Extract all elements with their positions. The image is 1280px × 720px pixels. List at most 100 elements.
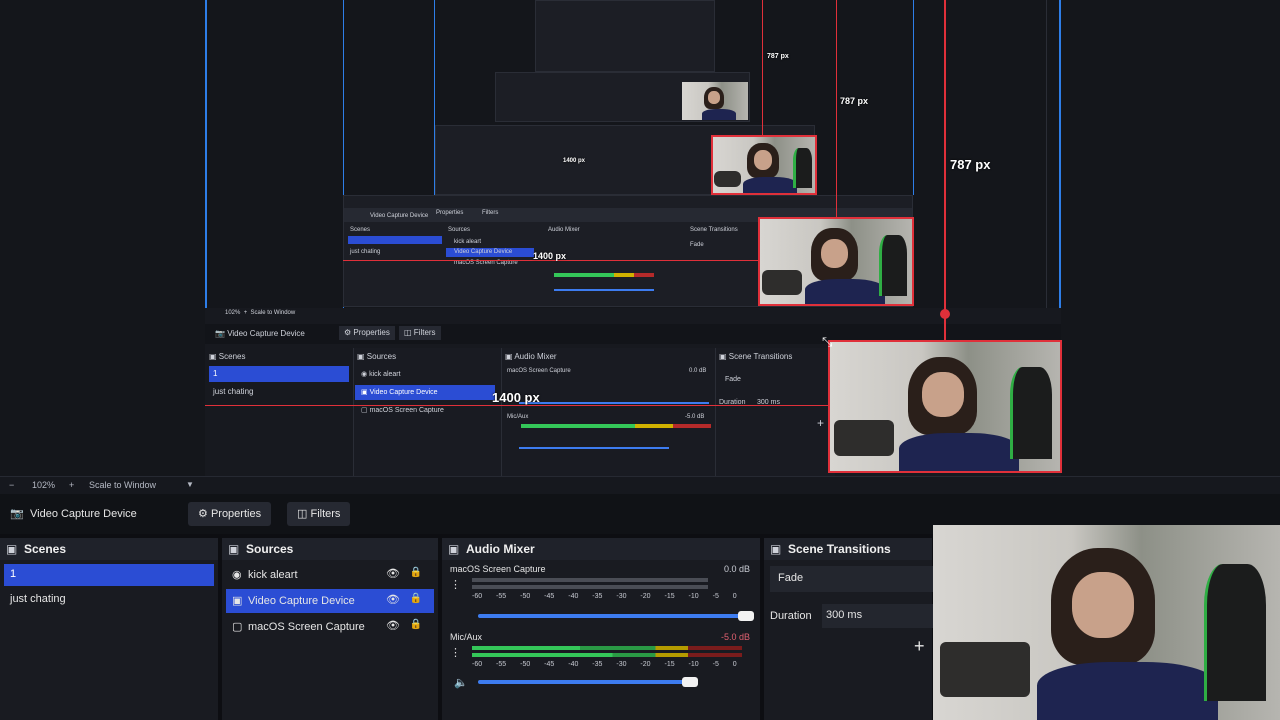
audio-mixer-dock: ▣ Audio Mixer macOS Screen Capture 0.0 dB… bbox=[442, 538, 762, 720]
canvas-edge-level1-right bbox=[1046, 0, 1047, 308]
mini2-source-item: ◉ kick aleart bbox=[361, 371, 401, 378]
level-meter-peak bbox=[472, 585, 708, 589]
filters-button[interactable]: ◫ Filters bbox=[287, 502, 351, 526]
selected-source-name: Video Capture Device bbox=[30, 508, 137, 520]
distance-label: 1400 px bbox=[533, 251, 567, 261]
mixer-header: ▣ Audio Mixer bbox=[442, 538, 760, 560]
channel-db: 0.0 dB bbox=[723, 564, 750, 574]
add-transition-icon[interactable]: + bbox=[914, 636, 925, 657]
zoom-out-button[interactable]: − bbox=[9, 480, 14, 490]
mini-filters-button: Filters bbox=[482, 210, 499, 216]
scene-item[interactable]: just chating bbox=[4, 589, 214, 611]
volume-knob[interactable] bbox=[738, 611, 754, 621]
mini-scene-selected bbox=[348, 236, 442, 244]
channel-name: Mic/Aux bbox=[450, 632, 483, 642]
eye-icon[interactable]: 👁 bbox=[386, 619, 400, 632]
gear-icon: ⚙ bbox=[198, 508, 208, 520]
dock-icon: ▣ bbox=[228, 542, 240, 556]
scale-mode-dropdown-icon[interactable]: ▼ bbox=[186, 480, 194, 489]
mini2-mixer-channel: macOS Screen Capture bbox=[507, 368, 571, 374]
distance-label: 1400 px bbox=[492, 390, 540, 405]
mixer-channel: Mic/Aux -5.0 dB ⋮ -60 -55 -50 -45 -40 -3… bbox=[448, 632, 754, 702]
camera-icon: 📷 bbox=[10, 508, 24, 520]
transition-select[interactable]: Fade bbox=[770, 566, 934, 592]
sources-header: ▣ Sources bbox=[222, 538, 438, 560]
scale-mode-label[interactable]: Scale to Window bbox=[89, 480, 156, 490]
meter-scale: -60 -55 -50 -45 -40 -35 -30 -20 -15 -10 … bbox=[472, 593, 737, 600]
preview-canvas[interactable]: Video Capture Device Properties Filters … bbox=[0, 0, 1280, 476]
mini2-scene-selected bbox=[209, 366, 349, 382]
mini-source-item: kick aleart bbox=[454, 239, 482, 245]
zoom-level: 102% bbox=[32, 480, 56, 490]
webcam-overlay bbox=[933, 525, 1280, 720]
guide-line-vertical bbox=[944, 0, 946, 340]
volume-slider[interactable] bbox=[478, 614, 748, 618]
kebab-menu-icon[interactable]: ⋮ bbox=[450, 578, 461, 591]
scene-transitions-dock: ▣ Scene Transitions Fade Duration 300 ms … bbox=[764, 538, 934, 720]
level-meter-peak bbox=[472, 653, 742, 657]
mini-properties-button: Properties bbox=[436, 210, 464, 216]
meter-scale: -60 -55 -50 -45 -40 -35 -30 -20 -15 -10 … bbox=[472, 661, 737, 668]
selection-box[interactable] bbox=[828, 340, 1062, 473]
zoom-in-button[interactable]: + bbox=[69, 480, 74, 490]
selection-box-nested bbox=[711, 135, 817, 195]
mini-scenes-title: Scenes bbox=[350, 227, 371, 233]
mini-scene-item: just chating bbox=[350, 249, 381, 255]
preview-toolbar: − 102% + Scale to Window ▼ bbox=[0, 476, 1280, 494]
mini-volume-slider bbox=[554, 289, 654, 291]
mini2-filters-button: ◫ Filters bbox=[399, 326, 441, 340]
speaker-icon[interactable]: 🔈 bbox=[454, 676, 468, 689]
distance-label: 787 px bbox=[767, 53, 789, 60]
globe-icon: ◉ bbox=[232, 569, 242, 581]
mini2-transitions-title: ▣ Scene Transitions bbox=[719, 352, 793, 361]
guide-line-vertical bbox=[836, 0, 837, 218]
guide-line-vertical bbox=[762, 0, 763, 136]
nested-preview-level-4 bbox=[535, 0, 715, 72]
mini2-scene-item: just chating bbox=[213, 387, 254, 396]
selected-source: 📷 Video Capture Device bbox=[10, 507, 137, 520]
mini-source-name: Video Capture Device bbox=[370, 213, 429, 219]
volume-slider[interactable] bbox=[478, 680, 688, 684]
dock-icon: ▣ bbox=[6, 542, 18, 556]
sources-dock: ▣ Sources ◉ kick aleart 👁 🔒 ▣ Video Capture … bbox=[222, 538, 440, 720]
scenes-dock: ▣ Scenes 1 just chating bbox=[0, 538, 220, 720]
mini-mixer-title: Audio Mixer bbox=[548, 227, 580, 233]
mini-toolbar-zoom: 102% + Scale to Window bbox=[225, 310, 296, 316]
properties-button[interactable]: ⚙ Properties bbox=[188, 502, 272, 526]
source-item[interactable]: ▣ Video Capture Device 👁 🔒 bbox=[226, 589, 434, 613]
distance-label: 787 px bbox=[950, 157, 991, 172]
filter-icon: ◫ bbox=[297, 508, 308, 520]
mini2-scenes-title: ▣ Scenes bbox=[209, 352, 246, 361]
mini2-source-item: ▣ Video Capture Device bbox=[361, 389, 438, 396]
source-item[interactable]: ◉ kick aleart 👁 🔒 bbox=[226, 563, 434, 587]
level-meter bbox=[472, 646, 742, 650]
resize-handle[interactable] bbox=[940, 309, 950, 319]
kebab-menu-icon[interactable]: ⋮ bbox=[450, 646, 461, 659]
scene-item[interactable]: 1 bbox=[4, 564, 214, 586]
mini2-mixer-db: 0.0 dB bbox=[689, 368, 707, 374]
mini2-volume-slider bbox=[519, 402, 709, 404]
mini2-transition: Fade bbox=[725, 376, 741, 383]
mini2-properties-button: ⚙ Properties bbox=[339, 326, 395, 340]
guide-line-horizontal bbox=[205, 405, 829, 406]
lock-icon[interactable]: 🔒 bbox=[410, 567, 422, 578]
scenes-header: ▣ Scenes bbox=[0, 538, 218, 560]
eye-icon[interactable]: 👁 bbox=[386, 567, 400, 580]
mini2-add-icon: + bbox=[817, 416, 825, 430]
channel-db: -5.0 dB bbox=[720, 632, 750, 642]
mini-transitions-title: Scene Transitions bbox=[690, 227, 738, 233]
mini2-mixer-db: -5.0 dB bbox=[685, 414, 705, 420]
duration-field[interactable]: 300 ms bbox=[822, 604, 934, 628]
selection-box-nested bbox=[758, 217, 914, 306]
source-item[interactable]: ▢ macOS Screen Capture 👁 🔒 bbox=[226, 615, 434, 639]
mini2-source-name: Video Capture Device bbox=[227, 329, 305, 338]
lock-icon[interactable]: 🔒 bbox=[410, 593, 422, 604]
distance-label: 1400 px bbox=[563, 158, 586, 164]
mixer-channel: macOS Screen Capture 0.0 dB ⋮ -60 -55 -5… bbox=[448, 564, 754, 624]
volume-knob[interactable] bbox=[682, 677, 698, 687]
mini2-scene-item: 1 bbox=[213, 369, 218, 378]
lock-icon[interactable]: 🔒 bbox=[410, 619, 422, 630]
mini2-mixer-title: ▣ Audio Mixer bbox=[505, 352, 557, 361]
level-meter bbox=[472, 578, 708, 582]
eye-icon[interactable]: 👁 bbox=[386, 593, 400, 606]
